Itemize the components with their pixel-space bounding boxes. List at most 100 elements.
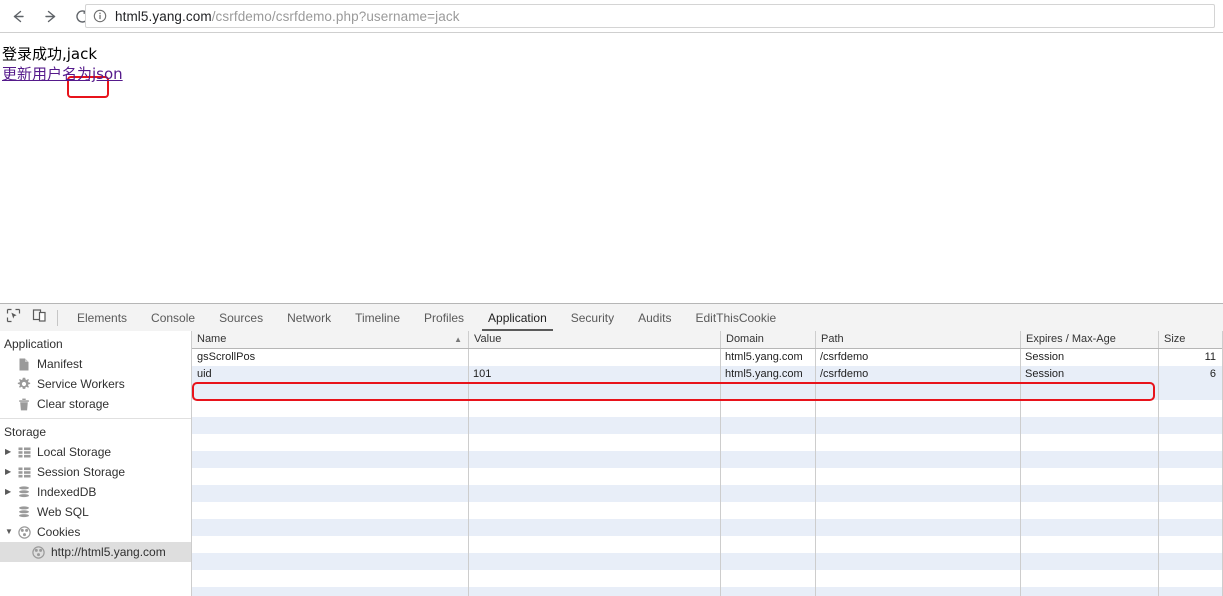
cell-name: gsScrollPos (192, 349, 468, 366)
tab-profiles[interactable]: Profiles (412, 304, 476, 331)
column-header-expires[interactable]: Expires / Max-Age (1020, 331, 1158, 348)
column-divider[interactable] (815, 349, 816, 596)
tab-editthiscookie[interactable]: EditThisCookie (683, 304, 788, 331)
sidebar-item-indexeddb[interactable]: ▶ IndexedDB (0, 482, 191, 502)
tab-label: EditThisCookie (695, 311, 776, 325)
tab-elements[interactable]: Elements (65, 304, 139, 331)
tab-network[interactable]: Network (275, 304, 343, 331)
tab-label: Application (488, 311, 547, 325)
url-host: html5.yang.com (115, 9, 212, 24)
tab-label: Network (287, 311, 331, 325)
trash-icon (16, 396, 32, 412)
column-header-value[interactable]: Value (468, 331, 720, 348)
sidebar-item-label: Web SQL (37, 505, 89, 519)
database-icon (16, 504, 32, 520)
login-success-message: 登录成功,jack (2, 43, 97, 64)
sidebar-item-clear-storage[interactable]: Clear storage (0, 394, 191, 414)
sidebar-item-local-storage[interactable]: ▶ Local Storage (0, 442, 191, 462)
chevron-down-icon[interactable]: ▼ (5, 528, 16, 536)
database-icon (16, 484, 32, 500)
tab-console[interactable]: Console (139, 304, 207, 331)
sort-ascending-icon: ▲ (454, 331, 462, 348)
column-header-domain[interactable]: Domain (720, 331, 815, 348)
cookies-table-header: Name ▲ Value Domain Path Expires / Max-A… (192, 331, 1223, 349)
document-icon (16, 356, 32, 372)
column-divider[interactable] (1158, 349, 1159, 596)
column-label: Expires / Max-Age (1026, 333, 1116, 345)
cell-value (468, 349, 720, 366)
cell-domain: html5.yang.com (720, 349, 815, 366)
tab-label: Profiles (424, 311, 464, 325)
inspect-element-button[interactable] (0, 305, 26, 330)
cookies-table-rows: gsScrollPos html5.yang.com /csrfdemo Ses… (192, 349, 1223, 596)
browser-toolbar: html5.yang.com/csrfdemo/csrfdemo.php?use… (0, 0, 1223, 33)
column-header-path[interactable]: Path (815, 331, 1020, 348)
update-username-link[interactable]: 更新用户名为json (2, 63, 123, 84)
info-circle-icon[interactable] (93, 9, 107, 23)
table-row-empty (192, 536, 1223, 553)
column-header-name[interactable]: Name ▲ (192, 331, 468, 348)
column-divider[interactable] (720, 349, 721, 596)
tab-timeline[interactable]: Timeline (343, 304, 412, 331)
cell-domain: html5.yang.com (720, 366, 815, 383)
browser-window: html5.yang.com/csrfdemo/csrfdemo.php?use… (0, 0, 1223, 596)
sidebar-item-label: Session Storage (37, 465, 125, 479)
column-divider[interactable] (1020, 349, 1021, 596)
cell-value: 101 (468, 366, 720, 383)
chevron-right-icon[interactable]: ▶ (5, 488, 16, 496)
application-sidebar: Application Manifest Service Workers (0, 331, 192, 596)
column-label: Path (821, 333, 844, 345)
tab-label: Timeline (355, 311, 400, 325)
table-row-empty (192, 451, 1223, 468)
chevron-right-icon[interactable]: ▶ (5, 448, 16, 456)
device-toolbar-button[interactable] (26, 305, 52, 330)
sidebar-item-label: Local Storage (37, 445, 111, 459)
sidebar-item-cookie-origin[interactable]: http://html5.yang.com (0, 542, 191, 562)
tab-label: Security (571, 311, 614, 325)
tab-label: Console (151, 311, 195, 325)
toolbar-divider (57, 310, 58, 326)
sidebar-item-cookies[interactable]: ▼ Cookies (0, 522, 191, 542)
address-bar[interactable]: html5.yang.com/csrfdemo/csrfdemo.php?use… (85, 4, 1215, 28)
forward-button[interactable] (36, 2, 64, 30)
sidebar-item-label: Service Workers (37, 377, 125, 391)
inspect-element-icon (6, 308, 21, 328)
table-row-empty (192, 468, 1223, 485)
sidebar-item-session-storage[interactable]: ▶ Session Storage (0, 462, 191, 482)
cell-size: 6 (1158, 366, 1222, 383)
tab-application[interactable]: Application (476, 304, 559, 331)
tab-audits[interactable]: Audits (626, 304, 683, 331)
url-text: html5.yang.com/csrfdemo/csrfdemo.php?use… (115, 9, 460, 24)
column-label: Size (1164, 333, 1185, 345)
sidebar-item-label: Manifest (37, 357, 82, 371)
table-row-empty (192, 417, 1223, 434)
cookie-icon (30, 544, 46, 560)
cell-expires: Session (1020, 366, 1158, 383)
tab-sources[interactable]: Sources (207, 304, 275, 331)
table-row-empty (192, 502, 1223, 519)
column-label: Domain (726, 333, 764, 345)
cell-path: /csrfdemo (815, 366, 1020, 383)
column-header-size[interactable]: Size (1158, 331, 1222, 348)
column-divider[interactable] (468, 349, 469, 596)
tab-security[interactable]: Security (559, 304, 626, 331)
table-row-empty (192, 485, 1223, 502)
cell-size: 11 (1158, 349, 1222, 366)
tab-label: Elements (77, 311, 127, 325)
table-row[interactable]: uid 101 html5.yang.com /csrfdemo Session… (192, 366, 1223, 383)
cookies-table: Name ▲ Value Domain Path Expires / Max-A… (192, 331, 1223, 596)
sidebar-item-web-sql[interactable]: ▶ Web SQL (0, 502, 191, 522)
sidebar-item-label: IndexedDB (37, 485, 96, 499)
tab-label: Audits (638, 311, 671, 325)
sidebar-item-label: Cookies (37, 525, 80, 539)
table-row-empty (192, 383, 1223, 400)
sidebar-item-label: http://html5.yang.com (51, 545, 166, 559)
back-button[interactable] (4, 2, 32, 30)
sidebar-item-service-workers[interactable]: Service Workers (0, 374, 191, 394)
sidebar-section-storage: Storage (0, 419, 191, 442)
sidebar-item-manifest[interactable]: Manifest (0, 354, 191, 374)
table-row-empty (192, 400, 1223, 417)
chevron-right-icon[interactable]: ▶ (5, 468, 16, 476)
devtools-toolbar: Elements Console Sources Network Timelin… (0, 304, 1223, 332)
table-row[interactable]: gsScrollPos html5.yang.com /csrfdemo Ses… (192, 349, 1223, 366)
